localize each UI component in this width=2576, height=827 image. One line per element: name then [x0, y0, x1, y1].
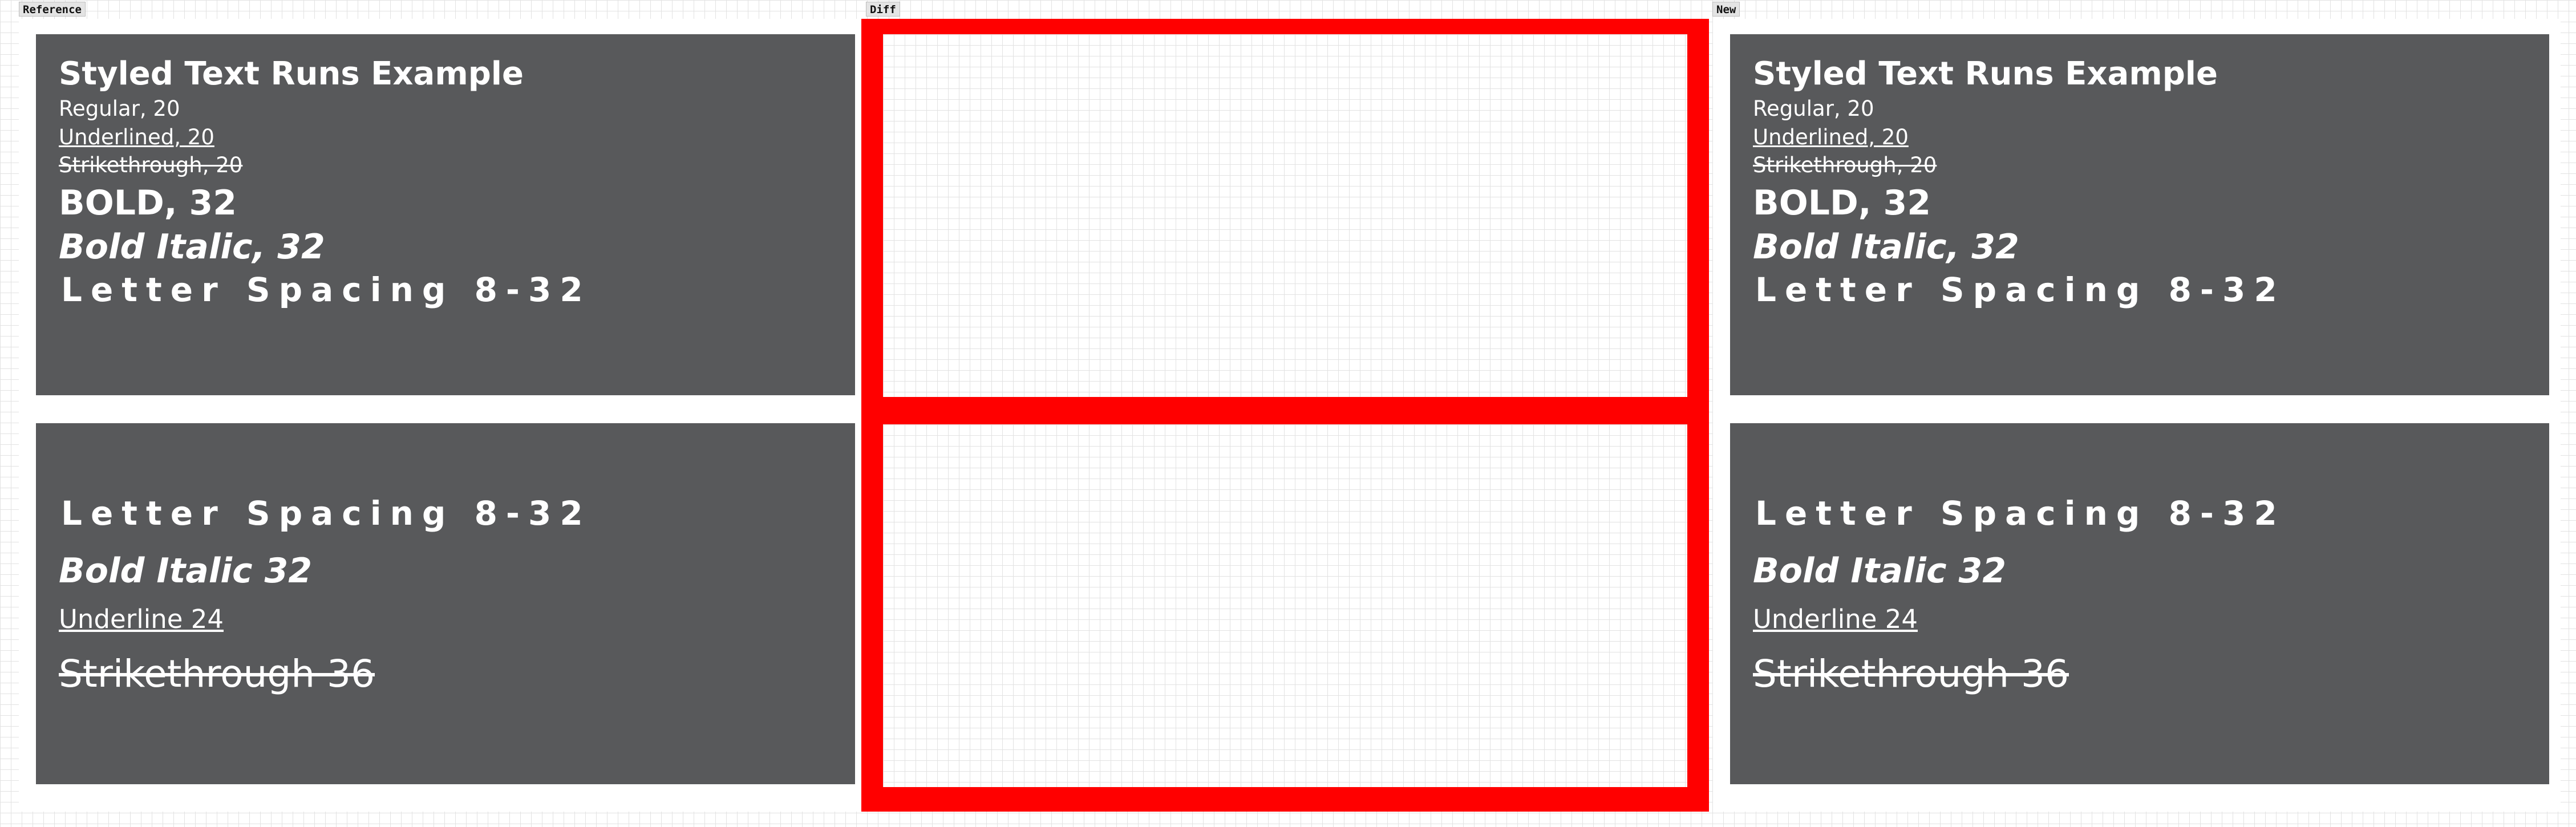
regular-run: Regular, 20 — [1753, 96, 1874, 121]
reference-pane: Styled Text Runs Example Regular, 20 Und… — [19, 19, 866, 812]
reference-top-panel: Styled Text Runs Example Regular, 20 Und… — [36, 34, 855, 395]
letter-spacing-run: Letter Spacing 8-32 — [1755, 494, 2286, 533]
underlined-run: Underlined, 20 — [59, 125, 214, 149]
underlined-run: Underlined, 20 — [1753, 125, 1909, 149]
new-label: New — [1712, 2, 1740, 17]
bold-italic-run: Bold Italic 32 — [59, 551, 312, 591]
panel-title: Styled Text Runs Example — [59, 55, 524, 92]
bold-italic-run: Bold Italic 32 — [1753, 551, 2006, 591]
panel-title: Styled Text Runs Example — [1753, 55, 2218, 92]
bold-italic-run: Bold Italic, 32 — [1753, 227, 2019, 267]
strikethrough-run: Strikethrough 36 — [59, 652, 375, 696]
strikethrough-run: Strikethrough 36 — [1753, 652, 2069, 696]
underline-run: Underline 24 — [59, 604, 224, 634]
strikethrough-run: Strikethrough, 20 — [1753, 153, 1937, 177]
letter-spacing-run: Letter Spacing 8-32 — [61, 270, 592, 309]
underline-run: Underline 24 — [1753, 604, 1918, 634]
bold-italic-run: Bold Italic, 32 — [59, 227, 325, 267]
diff-label: Diff — [866, 2, 900, 17]
bold-run: BOLD, 32 — [1753, 183, 1931, 223]
regular-run: Regular, 20 — [59, 96, 180, 121]
strikethrough-run: Strikethrough, 20 — [59, 153, 243, 177]
new-top-panel: Styled Text Runs Example Regular, 20 Und… — [1730, 34, 2549, 395]
diff-top-region — [883, 34, 1687, 397]
letter-spacing-run: Letter Spacing 8-32 — [1755, 270, 2286, 309]
reference-bottom-panel: Letter Spacing 8-32 Bold Italic 32 Under… — [36, 423, 855, 784]
bold-run: BOLD, 32 — [59, 183, 237, 223]
letter-spacing-run: Letter Spacing 8-32 — [61, 494, 592, 533]
new-pane: Styled Text Runs Example Regular, 20 Und… — [1713, 19, 2561, 812]
diff-bottom-region — [883, 424, 1687, 787]
diff-pane — [861, 19, 1709, 812]
reference-label: Reference — [19, 2, 86, 17]
new-bottom-panel: Letter Spacing 8-32 Bold Italic 32 Under… — [1730, 423, 2549, 784]
